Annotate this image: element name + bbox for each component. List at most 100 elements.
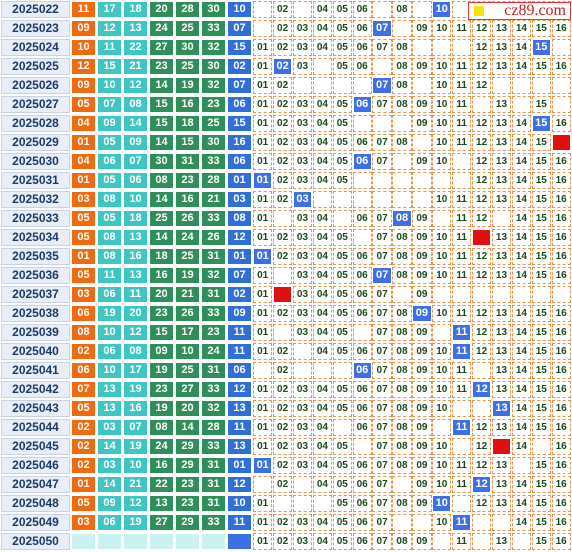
front-ball: 12 [123,495,148,512]
blue-ball: 12 [227,476,252,493]
distribution-cell [392,115,412,132]
distribution-cell: 05 [332,438,352,455]
front-ball: 12 [123,324,148,341]
distribution-cell: 13 [491,20,512,37]
distribution-cell: 02 [272,476,293,493]
blue-ball: 03 [227,191,252,208]
front-ball [123,533,148,550]
distribution-cell [551,96,571,113]
blue-ball: 11 [227,343,252,360]
distribution-cell [292,476,313,493]
distribution-cell: 16 [551,419,571,436]
blue-ball: 01 [227,172,252,189]
front-ball: 25 [201,115,226,132]
distribution-cell: 16 [551,476,571,493]
distribution-cell: 16 [551,438,571,455]
distribution-cell: 03 [292,134,313,151]
front-ball: 14 [175,419,200,436]
distribution-cell [392,286,412,303]
distribution-cell [372,58,392,75]
front-ball: 19 [149,400,174,417]
blue-ball: 13 [227,400,252,417]
distribution-cell: 01 [253,267,273,284]
distribution-cell: 10 [432,343,452,360]
distribution-cell: 10 [432,115,452,132]
distribution-cell: 01 [253,134,273,151]
front-ball: 05 [97,172,122,189]
front-ball: 16 [175,96,200,113]
front-ball: 20 [123,305,148,322]
issue-number: 2025023 [1,20,70,37]
front-ball: 13 [149,495,174,512]
distribution-cell: 02 [272,115,293,132]
distribution-cell: 08 [392,39,412,56]
distribution-cell: 02 [272,533,293,550]
distribution-cell [471,400,492,417]
blue-ball: 06 [227,96,252,113]
distribution-cell: 10 [432,248,452,265]
distribution-cell: 12 [471,495,492,512]
distribution-cell: 01 [253,115,273,132]
distribution-cell [452,495,472,512]
front-ball: 14 [123,115,148,132]
distribution-cell: 01 [253,495,273,512]
front-ball: 26 [175,305,200,322]
distribution-cell: 12 [471,248,492,265]
distribution-cell: 06 [352,476,372,493]
distribution-cell: 14 [511,134,532,151]
distribution-cell [432,210,452,227]
distribution-cell: 04 [312,286,333,303]
distribution-cell: 13 [491,191,512,208]
distribution-cell: 15 [531,248,551,265]
distribution-cell: 01 [253,305,273,322]
distribution-cell [272,267,293,284]
front-ball: 05 [71,229,96,246]
issue-number: 2025031 [1,172,70,189]
distribution-cell: 04 [312,267,333,284]
front-ball: 27 [149,39,174,56]
blue-hit-cell: 01 [253,457,273,474]
front-ball: 21 [175,286,200,303]
distribution-cell: 16 [551,191,571,208]
distribution-cell: 11 [452,381,472,398]
distribution-cell: 01 [253,39,273,56]
distribution-cell: 02 [272,1,293,18]
front-ball: 28 [201,172,226,189]
distribution-cell: 05 [332,305,352,322]
front-ball: 20 [149,286,174,303]
site-logo[interactable]: cz89.com [468,2,571,20]
front-ball: 02 [71,438,96,455]
blue-hit-cell: 06 [352,362,372,379]
distribution-cell: 07 [372,362,392,379]
distribution-cell: 12 [471,115,492,132]
distribution-cell: 16 [551,362,571,379]
front-ball: 05 [71,210,96,227]
blue-ball: 11 [227,514,252,531]
distribution-cell: 15 [531,20,551,37]
front-ball: 30 [201,134,226,151]
distribution-cell: 15 [531,305,551,322]
front-ball: 19 [123,381,148,398]
distribution-cell [412,134,432,151]
distribution-cell: 12 [471,153,492,170]
distribution-cell: 13 [491,58,512,75]
distribution-cell [352,438,372,455]
distribution-cell: 05 [332,400,352,417]
distribution-cell: 09 [412,58,432,75]
distribution-cell: 10 [432,134,452,151]
distribution-cell: 05 [332,58,352,75]
distribution-cell [471,96,492,113]
distribution-cell: 05 [332,20,352,37]
blue-hit-cell: 12 [471,476,492,493]
distribution-cell: 08 [392,58,412,75]
table-row: 2025028 04 09 14 15 18 25 15 01 02 03 04 05 09 10 11 12 1… [0,115,572,133]
front-ball: 30 [175,39,200,56]
red-hit-cell [272,286,293,303]
distribution-cell: 16 [551,343,571,360]
distribution-cell: 02 [272,39,293,56]
distribution-cell: 14 [511,438,532,455]
distribution-cell: 14 [511,362,532,379]
blue-hit-cell: 10 [432,495,452,512]
table-row: 2025045 02 14 19 24 29 33 13 01 02 03 04 05 07 08 09 10 1… [0,438,572,456]
distribution-cell: 16 [551,305,571,322]
